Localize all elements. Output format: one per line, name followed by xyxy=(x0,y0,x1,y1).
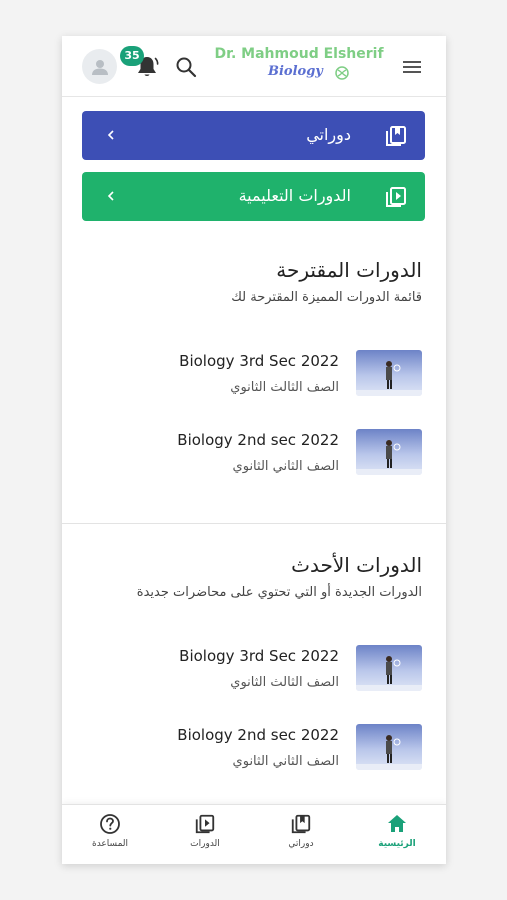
dna-logo-icon xyxy=(335,66,349,80)
teacher-figure-icon xyxy=(356,656,422,691)
tab-help-label: المساعدة xyxy=(91,839,129,849)
logo-title: Dr. Mahmoud Elsherif xyxy=(214,46,384,62)
tab-my-courses[interactable]: دوراتي xyxy=(261,813,341,861)
my-courses-button[interactable]: دوراتي xyxy=(82,111,425,160)
bottom-navigation: المساعدة الدورات دوراتي الرئيسية xyxy=(62,804,446,864)
search-icon[interactable] xyxy=(174,55,198,79)
bookmark-library-icon xyxy=(291,814,311,834)
my-courses-label: دوراتي xyxy=(306,125,351,144)
course-item[interactable]: Biology 3rd Sec 2022 الصف الثالث الثانوي xyxy=(62,645,446,705)
tab-courses-label: الدورات xyxy=(190,839,220,849)
hamburger-menu-icon[interactable] xyxy=(400,55,424,79)
course-grade: الصف الثالث الثانوي xyxy=(230,675,339,690)
notification-count-badge: 35 xyxy=(120,46,144,66)
tab-my-courses-label: دوراتي xyxy=(288,839,314,849)
tab-home-label: الرئيسية xyxy=(378,839,416,849)
chevron-left-icon xyxy=(107,130,114,140)
top-header: 35 Dr. Mahmoud Elsherif Biology xyxy=(62,36,446,97)
educational-courses-label: الدورات التعليمية xyxy=(238,186,351,205)
course-grade: الصف الثاني الثانوي xyxy=(232,754,339,769)
course-name: Biology 3rd Sec 2022 xyxy=(179,352,339,370)
tab-courses[interactable]: الدورات xyxy=(165,813,245,861)
educational-courses-button[interactable]: الدورات التعليمية xyxy=(82,172,425,221)
teacher-figure-icon xyxy=(356,735,422,770)
course-name: Biology 2nd sec 2022 xyxy=(177,431,339,449)
play-library-icon xyxy=(386,187,406,207)
course-thumbnail xyxy=(356,350,422,396)
course-item[interactable]: Biology 2nd sec 2022 الصف الثاني الثانوي xyxy=(62,429,446,489)
avatar[interactable] xyxy=(82,49,117,84)
course-name: Biology 3rd Sec 2022 xyxy=(179,647,339,665)
course-name: Biology 2nd sec 2022 xyxy=(177,726,339,744)
tab-help[interactable]: المساعدة xyxy=(70,813,150,861)
course-item[interactable]: Biology 2nd sec 2022 الصف الثاني الثانوي xyxy=(62,724,446,784)
course-thumbnail xyxy=(356,429,422,475)
teacher-figure-icon xyxy=(356,440,422,475)
suggested-courses-subtitle: قائمة الدورات المميزة المقترحة لك xyxy=(231,290,422,305)
logo-subtitle: Biology xyxy=(268,64,323,79)
bookmark-library-icon xyxy=(386,126,406,146)
section-divider xyxy=(62,523,446,524)
home-icon xyxy=(388,815,406,832)
user-icon xyxy=(91,59,108,75)
teacher-figure-icon xyxy=(356,361,422,396)
tab-home[interactable]: الرئيسية xyxy=(357,813,437,861)
course-grade: الصف الثاني الثانوي xyxy=(232,459,339,474)
play-library-icon xyxy=(195,814,215,834)
chevron-left-icon xyxy=(107,191,114,201)
newest-courses-title: الدورات الأحدث xyxy=(291,553,422,577)
course-item[interactable]: Biology 3rd Sec 2022 الصف الثالث الثانوي xyxy=(62,350,446,410)
help-icon xyxy=(100,814,120,834)
newest-courses-subtitle: الدورات الجديدة أو التي تحتوي على محاضرا… xyxy=(136,585,422,600)
app-screen: 35 Dr. Mahmoud Elsherif Biology دوراتي ا… xyxy=(62,36,446,864)
suggested-courses-title: الدورات المقترحة xyxy=(276,258,422,282)
course-grade: الصف الثالث الثانوي xyxy=(230,380,339,395)
course-thumbnail xyxy=(356,724,422,770)
course-thumbnail xyxy=(356,645,422,691)
